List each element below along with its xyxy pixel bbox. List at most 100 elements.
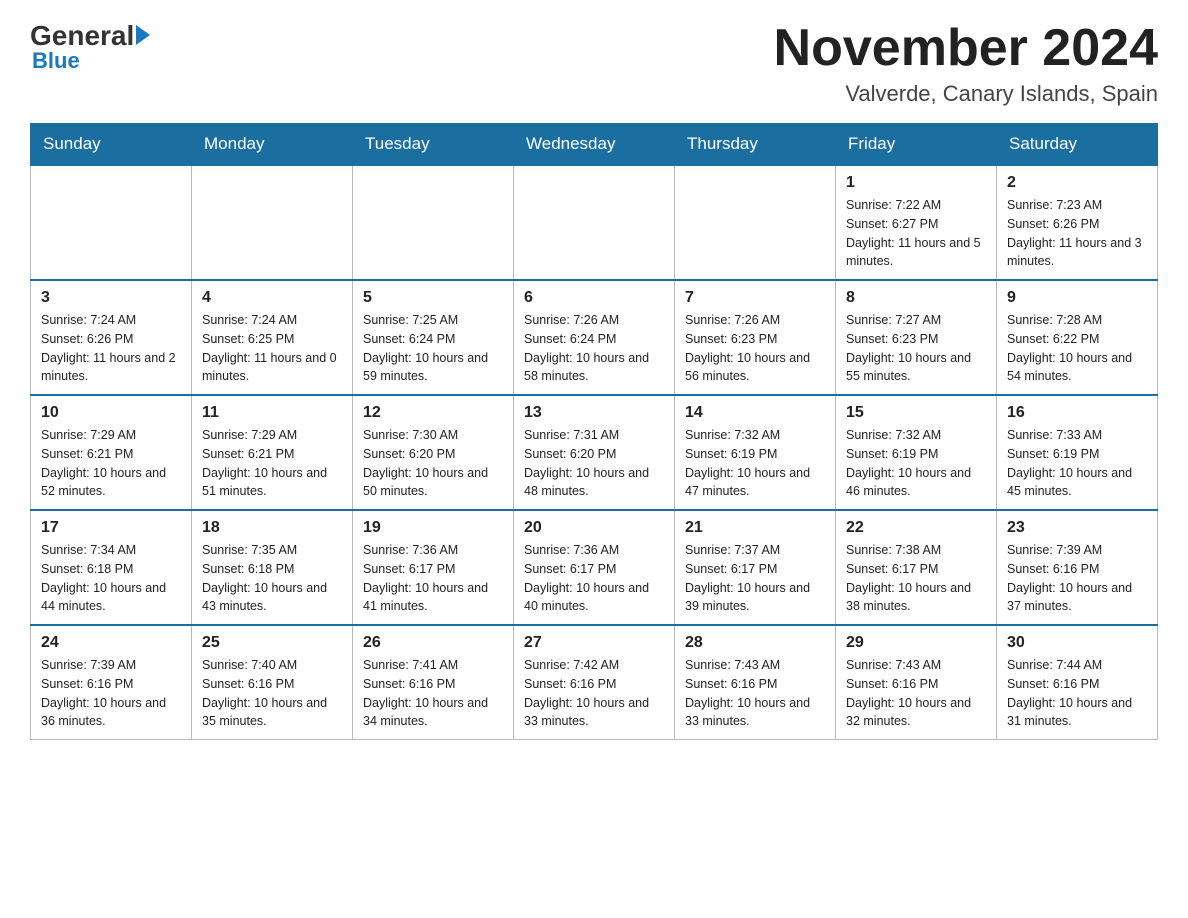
day-number: 10: [41, 404, 181, 422]
calendar-cell: [31, 165, 192, 280]
day-info: Sunrise: 7:22 AMSunset: 6:27 PMDaylight:…: [846, 196, 986, 271]
calendar-cell: 7Sunrise: 7:26 AMSunset: 6:23 PMDaylight…: [675, 280, 836, 395]
header-monday: Monday: [192, 124, 353, 166]
calendar-cell: 3Sunrise: 7:24 AMSunset: 6:26 PMDaylight…: [31, 280, 192, 395]
day-number: 29: [846, 634, 986, 652]
calendar-cell: 12 Sunrise: 7:30 AMSunset: 6:20 PMDayligh…: [353, 395, 514, 510]
calendar-cell: 15 Sunrise: 7:32 AMSunset: 6:19 PMDayligh…: [836, 395, 997, 510]
calendar-cell: 23 Sunrise: 7:39 AMSunset: 6:16 PMDayligh…: [997, 510, 1158, 625]
day-info: Sunrise: 7:31 AMSunset: 6:20 PMDaylight:…: [524, 426, 664, 501]
calendar-cell: [192, 165, 353, 280]
header-wednesday: Wednesday: [514, 124, 675, 166]
calendar-cell: 10 Sunrise: 7:29 AMSunset: 6:21 PMDayligh…: [31, 395, 192, 510]
day-number: 17: [41, 519, 181, 537]
day-info: Sunrise: 7:29 AMSunset: 6:21 PMDaylight:…: [41, 426, 181, 501]
header-saturday: Saturday: [997, 124, 1158, 166]
calendar-cell: 16 Sunrise: 7:33 AMSunset: 6:19 PMDayligh…: [997, 395, 1158, 510]
day-info: Sunrise: 7:26 AMSunset: 6:23 PMDaylight:…: [685, 311, 825, 386]
week-row-4: 24Sunrise: 7:39 AMSunset: 6:16 PMDayligh…: [31, 625, 1158, 740]
day-number: 30: [1007, 634, 1147, 652]
calendar-cell: 6 Sunrise: 7:26 AMSunset: 6:24 PMDaylight…: [514, 280, 675, 395]
calendar-cell: 1 Sunrise: 7:22 AMSunset: 6:27 PMDaylight…: [836, 165, 997, 280]
day-info: Sunrise: 7:38 AMSunset: 6:17 PMDaylight:…: [846, 541, 986, 616]
day-number: 16: [1007, 404, 1147, 422]
calendar-cell: 24Sunrise: 7:39 AMSunset: 6:16 PMDayligh…: [31, 625, 192, 740]
day-number: 20: [524, 519, 664, 537]
calendar-cell: 9 Sunrise: 7:28 AMSunset: 6:22 PMDaylight…: [997, 280, 1158, 395]
day-info: Sunrise: 7:32 AMSunset: 6:19 PMDaylight:…: [846, 426, 986, 501]
day-info: Sunrise: 7:29 AMSunset: 6:21 PMDaylight:…: [202, 426, 342, 501]
day-info: Sunrise: 7:36 AMSunset: 6:17 PMDaylight:…: [363, 541, 503, 616]
calendar-cell: 28 Sunrise: 7:43 AMSunset: 6:16 PMDayligh…: [675, 625, 836, 740]
day-number: 27: [524, 634, 664, 652]
day-number: 14: [685, 404, 825, 422]
calendar-cell: 29 Sunrise: 7:43 AMSunset: 6:16 PMDayligh…: [836, 625, 997, 740]
day-number: 13: [524, 404, 664, 422]
logo-arrow-icon: [136, 25, 150, 45]
day-info: Sunrise: 7:32 AMSunset: 6:19 PMDaylight:…: [685, 426, 825, 501]
day-info: Sunrise: 7:39 AMSunset: 6:16 PMDaylight:…: [1007, 541, 1147, 616]
day-number: 1: [846, 174, 986, 192]
day-info: Sunrise: 7:37 AMSunset: 6:17 PMDaylight:…: [685, 541, 825, 616]
day-info: Sunrise: 7:26 AMSunset: 6:24 PMDaylight:…: [524, 311, 664, 386]
calendar-cell: 21 Sunrise: 7:37 AMSunset: 6:17 PMDayligh…: [675, 510, 836, 625]
calendar-cell: 18 Sunrise: 7:35 AMSunset: 6:18 PMDayligh…: [192, 510, 353, 625]
location-title: Valverde, Canary Islands, Spain: [774, 81, 1158, 107]
day-number: 12: [363, 404, 503, 422]
month-title: November 2024: [774, 20, 1158, 77]
day-number: 5: [363, 289, 503, 307]
day-number: 22: [846, 519, 986, 537]
day-number: 18: [202, 519, 342, 537]
day-info: Sunrise: 7:23 AMSunset: 6:26 PMDaylight:…: [1007, 196, 1147, 271]
day-info: Sunrise: 7:40 AMSunset: 6:16 PMDaylight:…: [202, 656, 342, 731]
week-row-0: 1 Sunrise: 7:22 AMSunset: 6:27 PMDaylight…: [31, 165, 1158, 280]
day-info: Sunrise: 7:36 AMSunset: 6:17 PMDaylight:…: [524, 541, 664, 616]
day-info: Sunrise: 7:41 AMSunset: 6:16 PMDaylight:…: [363, 656, 503, 731]
day-number: 15: [846, 404, 986, 422]
day-info: Sunrise: 7:33 AMSunset: 6:19 PMDaylight:…: [1007, 426, 1147, 501]
day-info: Sunrise: 7:35 AMSunset: 6:18 PMDaylight:…: [202, 541, 342, 616]
day-number: 28: [685, 634, 825, 652]
day-number: 19: [363, 519, 503, 537]
day-number: 24: [41, 634, 181, 652]
week-row-1: 3Sunrise: 7:24 AMSunset: 6:26 PMDaylight…: [31, 280, 1158, 395]
calendar-cell: 27Sunrise: 7:42 AMSunset: 6:16 PMDayligh…: [514, 625, 675, 740]
calendar-cell: [675, 165, 836, 280]
logo-area: General Blue: [30, 20, 150, 74]
calendar-cell: 8Sunrise: 7:27 AMSunset: 6:23 PMDaylight…: [836, 280, 997, 395]
calendar-cell: 13 Sunrise: 7:31 AMSunset: 6:20 PMDayligh…: [514, 395, 675, 510]
header-sunday: Sunday: [31, 124, 192, 166]
calendar-cell: 2 Sunrise: 7:23 AMSunset: 6:26 PMDaylight…: [997, 165, 1158, 280]
calendar-cell: 25Sunrise: 7:40 AMSunset: 6:16 PMDayligh…: [192, 625, 353, 740]
day-info: Sunrise: 7:43 AMSunset: 6:16 PMDaylight:…: [846, 656, 986, 731]
day-number: 2: [1007, 174, 1147, 192]
calendar-cell: 22 Sunrise: 7:38 AMSunset: 6:17 PMDayligh…: [836, 510, 997, 625]
day-number: 21: [685, 519, 825, 537]
calendar-table: SundayMondayTuesdayWednesdayThursdayFrid…: [30, 123, 1158, 740]
day-number: 26: [363, 634, 503, 652]
calendar-cell: 11 Sunrise: 7:29 AMSunset: 6:21 PMDayligh…: [192, 395, 353, 510]
day-info: Sunrise: 7:28 AMSunset: 6:22 PMDaylight:…: [1007, 311, 1147, 386]
day-number: 23: [1007, 519, 1147, 537]
week-row-3: 17 Sunrise: 7:34 AMSunset: 6:18 PMDayligh…: [31, 510, 1158, 625]
day-number: 9: [1007, 289, 1147, 307]
header: General Blue November 2024 Valverde, Can…: [30, 20, 1158, 107]
calendar-cell: [353, 165, 514, 280]
header-thursday: Thursday: [675, 124, 836, 166]
day-info: Sunrise: 7:25 AMSunset: 6:24 PMDaylight:…: [363, 311, 503, 386]
logo-blue: Blue: [32, 48, 80, 74]
day-info: Sunrise: 7:34 AMSunset: 6:18 PMDaylight:…: [41, 541, 181, 616]
calendar-cell: 17 Sunrise: 7:34 AMSunset: 6:18 PMDayligh…: [31, 510, 192, 625]
day-number: 11: [202, 404, 342, 422]
day-info: Sunrise: 7:30 AMSunset: 6:20 PMDaylight:…: [363, 426, 503, 501]
day-info: Sunrise: 7:24 AMSunset: 6:25 PMDaylight:…: [202, 311, 342, 386]
calendar-cell: 4Sunrise: 7:24 AMSunset: 6:25 PMDaylight…: [192, 280, 353, 395]
title-area: November 2024 Valverde, Canary Islands, …: [774, 20, 1158, 107]
calendar-cell: 20 Sunrise: 7:36 AMSunset: 6:17 PMDayligh…: [514, 510, 675, 625]
calendar-cell: 14 Sunrise: 7:32 AMSunset: 6:19 PMDayligh…: [675, 395, 836, 510]
day-number: 8: [846, 289, 986, 307]
day-info: Sunrise: 7:43 AMSunset: 6:16 PMDaylight:…: [685, 656, 825, 731]
day-number: 3: [41, 289, 181, 307]
day-number: 6: [524, 289, 664, 307]
header-tuesday: Tuesday: [353, 124, 514, 166]
